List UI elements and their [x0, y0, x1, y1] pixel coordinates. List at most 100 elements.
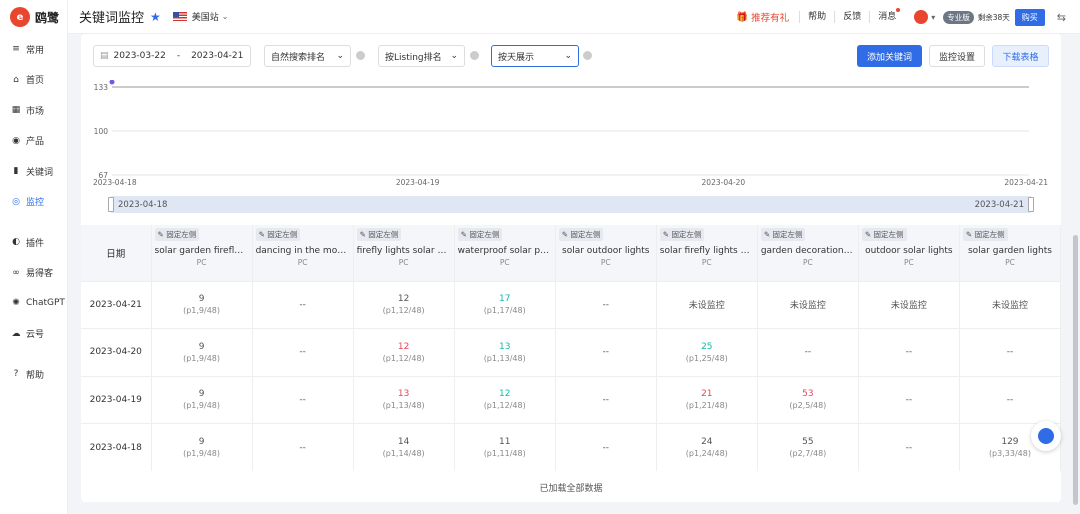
slider-right-handle[interactable] — [1028, 197, 1034, 212]
end-date[interactable]: 2023-04-21 — [191, 51, 243, 61]
rank-cell: -- — [555, 375, 657, 424]
rank-cell: -- — [252, 280, 354, 329]
sidebar-item-common[interactable]: ≡ 常用 — [0, 34, 67, 65]
sidebar-item-help[interactable]: ? 帮助 — [0, 359, 67, 390]
keyword-name[interactable]: solar firefly lights out... — [660, 241, 754, 256]
keyword-name[interactable]: solar outdoor lights — [559, 241, 653, 256]
monitor-settings-button[interactable]: 监控设置 — [929, 45, 985, 67]
sidebar-item-market[interactable]: ▦ 市场 — [0, 95, 67, 126]
headset-icon — [1038, 428, 1054, 444]
chevron-down-icon: ⌄ — [336, 51, 344, 61]
keyword-column-header: ✎ 固定左侧 dancing in the moon ... PC — [252, 225, 354, 281]
slider-end-label: 2023-04-21 — [974, 200, 1024, 210]
pin-left-button[interactable]: ✎ 固定左侧 — [558, 228, 604, 241]
customer-service-button[interactable] — [1031, 421, 1061, 451]
listing-rank-select[interactable]: 按Listing排名 ⌄ — [378, 45, 465, 67]
pin-left-button[interactable]: ✎ 固定左侧 — [962, 228, 1008, 241]
chevron-down-icon: ⌄ — [450, 51, 458, 61]
sidebar-item-keyword[interactable]: ▮ 关键词 — [0, 156, 67, 187]
rank-cell: 55 (p2,7/48) — [757, 423, 859, 471]
sidebar-item-yidk[interactable]: ∞ 易得客 — [0, 258, 67, 289]
market-icon: ▦ — [11, 105, 21, 116]
sidebar-item-cloud[interactable]: ☁ 云号 — [0, 319, 67, 350]
rank-cell: -- — [858, 328, 960, 376]
messages-link[interactable]: 消息 — [869, 8, 904, 23]
rank-value: 17 — [498, 294, 511, 305]
rank-cell: 11 (p1,11/48) — [454, 423, 556, 471]
sidebar-item-label: 关键词 — [26, 167, 54, 178]
pin-label: 固定左侧 — [772, 230, 803, 239]
help-icon[interactable] — [583, 51, 592, 60]
sidebar-item-label: 产品 — [26, 137, 45, 148]
product-icon: ◉ — [12, 135, 20, 146]
sidebar-item-home[interactable]: ⌂ 首页 — [0, 65, 67, 96]
pin-left-button[interactable]: ✎ 固定左侧 — [356, 228, 402, 241]
switch-icon[interactable]: ⇆ — [1057, 11, 1066, 24]
download-table-button[interactable]: 下载表格 — [992, 45, 1049, 67]
gift-icon: 🎁 — [736, 11, 749, 23]
pin-left-button[interactable]: ✎ 固定左侧 — [760, 228, 806, 241]
avatar-dropdown-icon[interactable]: ▾ — [931, 13, 935, 22]
sidebar-item-plugin[interactable]: ◐ 插件 — [0, 227, 67, 258]
keyword-name[interactable]: dancing in the moon ... — [256, 241, 350, 256]
keyword-name[interactable]: firefly lights solar out... — [357, 241, 451, 256]
rank-value: -- — [905, 442, 913, 453]
pin-left-button[interactable]: ✎ 固定左侧 — [154, 228, 200, 241]
favorite-star-icon[interactable]: ★ — [150, 10, 161, 24]
slider-left-handle[interactable] — [108, 197, 114, 212]
sidebar-item-product[interactable]: ◉ 产品 — [0, 126, 67, 157]
start-date[interactable]: 2023-03-22 — [114, 51, 166, 61]
add-keyword-button[interactable]: 添加关键词 — [857, 45, 922, 67]
help-icon[interactable] — [470, 51, 479, 60]
search-rank-select[interactable]: 自然搜索排名 ⌄ — [264, 45, 351, 67]
rank-cell: 21 (p1,21/48) — [656, 375, 758, 424]
home-icon: ⌂ — [13, 74, 19, 85]
keyword-name[interactable]: garden decorations o... — [761, 241, 855, 256]
rank-value: -- — [299, 442, 306, 453]
pin-left-button[interactable]: ✎ 固定左侧 — [255, 228, 301, 241]
sidebar-item-label: 市场 — [26, 106, 45, 117]
common-icon: ≡ — [12, 44, 20, 55]
date-range-picker[interactable]: ▤ 2023-03-22 - 2023-04-21 — [93, 45, 251, 67]
unread-dot — [896, 8, 901, 12]
logo-icon: e — [10, 7, 30, 27]
keyword-name[interactable]: waterproof solar pow... — [458, 241, 552, 256]
buy-button[interactable]: 购买 — [1014, 8, 1045, 26]
date-range-slider[interactable]: 2023-04-18 2023-04-21 — [108, 196, 1034, 213]
rank-value: 未设监控 — [890, 301, 927, 312]
chevron-down-icon[interactable]: ⌄ — [222, 12, 229, 21]
keyword-column-header: ✎ 固定左侧 solar garden firefly li... PC — [151, 225, 253, 281]
device-label: PC — [196, 258, 207, 267]
infinity-icon: ∞ — [12, 267, 20, 278]
data-point[interactable] — [109, 80, 115, 85]
rank-value: 9 — [198, 389, 205, 400]
sidebar: e 鸥鹭 ≡ 常用 ⌂ 首页 ▦ 市场 ◉ 产品 ▮ 关键词 ◎ 监控 ◐ 插件 ∞ 易得客 ✺ ChatGPT ☁… — [0, 0, 68, 514]
keyword-column-header: ✎ 固定左侧 waterproof solar pow... PC — [454, 225, 556, 281]
keyword-name[interactable]: solar garden firefly li... — [155, 241, 249, 256]
device-label: PC — [904, 258, 914, 267]
pin-left-button[interactable]: ✎ 固定左侧 — [659, 228, 705, 241]
pin-left-button[interactable]: ✎ 固定左侧 — [861, 228, 907, 241]
sidebar-item-chatgpt[interactable]: ✺ ChatGPT — [0, 288, 67, 319]
table-row: 2023-04-21 9 (p1,9/48) -- 12 (p1,12/48) 17 (p1,… — [81, 280, 1062, 329]
keyword-name[interactable]: outdoor solar lights — [862, 241, 956, 256]
pin-left-button[interactable]: ✎ 固定左侧 — [457, 228, 503, 241]
referral-link[interactable]: 🎁 推荐有礼 — [736, 10, 789, 25]
rank-position: (p1,14/48) — [382, 449, 425, 458]
sidebar-item-monitor[interactable]: ◎ 监控 — [0, 187, 67, 218]
app-logo[interactable]: e 鸥鹭 — [0, 0, 67, 34]
avatar[interactable] — [914, 10, 929, 24]
rank-value: -- — [1006, 347, 1014, 358]
device-label: PC — [600, 258, 611, 267]
rank-position: (p1,12/48) — [483, 401, 526, 411]
sidebar-item-label: 插件 — [26, 238, 45, 249]
feedback-link[interactable]: 反馈 — [834, 11, 869, 23]
help-link[interactable]: 帮助 — [799, 11, 834, 23]
scrollbar[interactable] — [1073, 235, 1078, 505]
site-selector[interactable]: 美国站 — [192, 10, 219, 23]
pin-label: 固定左侧 — [873, 230, 904, 239]
monitor-icon: ◎ — [12, 196, 20, 207]
keyword-name[interactable]: solar garden lights — [963, 241, 1057, 256]
help-icon[interactable] — [356, 51, 365, 60]
display-mode-select[interactable]: 按天展示 ⌄ — [491, 45, 579, 67]
